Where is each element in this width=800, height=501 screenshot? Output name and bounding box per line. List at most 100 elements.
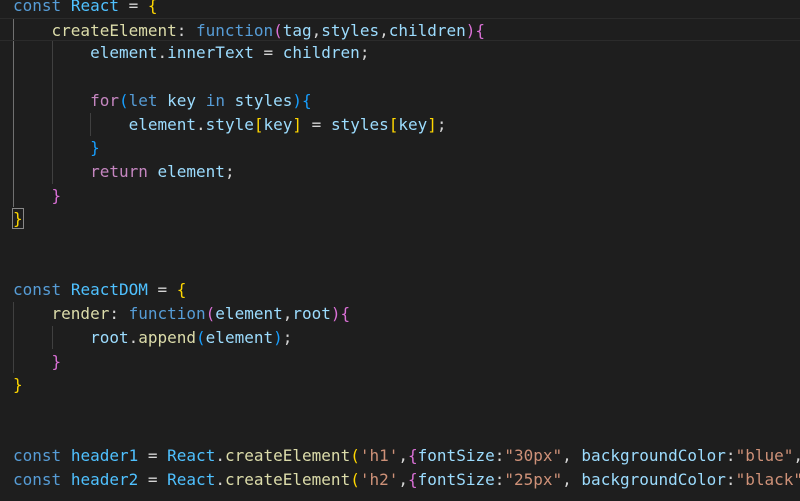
code-text: , bbox=[562, 470, 582, 489]
code-token-prop: innerText bbox=[167, 43, 254, 63]
code-token-b1: ] bbox=[427, 114, 437, 134]
code-token-b1: { bbox=[147, 0, 158, 15]
code-line[interactable]: for(let key in styles){ bbox=[0, 89, 312, 113]
code-line[interactable] bbox=[0, 421, 13, 445]
code-text: , bbox=[398, 470, 409, 489]
code-line[interactable]: element.style[key] = styles[key]; bbox=[0, 113, 447, 137]
code-line[interactable]: render: function(element,root){ bbox=[0, 302, 351, 326]
code-line[interactable]: const header1 = React.createElement('h1'… bbox=[0, 444, 800, 468]
code-line[interactable] bbox=[0, 397, 13, 421]
code-token-str: "25px" bbox=[504, 470, 563, 489]
code-text: . bbox=[215, 446, 225, 466]
code-text: = bbox=[147, 280, 177, 300]
code-token-fn: render bbox=[51, 304, 110, 324]
code-token-var: React bbox=[167, 470, 216, 489]
code-token-str: 'h2' bbox=[359, 470, 399, 489]
code-line[interactable]: root.append(element); bbox=[0, 326, 292, 350]
code-token-var: React bbox=[167, 446, 216, 466]
code-line[interactable]: } bbox=[0, 136, 100, 160]
code-token-var: React bbox=[70, 0, 119, 15]
code-line[interactable]: } bbox=[0, 373, 23, 397]
code-text: : bbox=[494, 446, 505, 466]
code-token-fn: createElement bbox=[51, 20, 177, 40]
code-token-prop: styles bbox=[330, 114, 389, 134]
code-token-kw: const bbox=[13, 446, 62, 466]
code-text: . bbox=[128, 327, 139, 347]
code-line[interactable]: } bbox=[0, 350, 62, 374]
code-line[interactable]: createElement: function(tag,styles,child… bbox=[0, 17, 800, 42]
code-token-prop: root bbox=[292, 304, 331, 324]
code-token-prop: key bbox=[398, 114, 428, 134]
code-token-b1: { bbox=[176, 280, 187, 300]
code-token-prop: element bbox=[128, 114, 197, 134]
code-text: , bbox=[379, 20, 389, 40]
code-token-kw: const bbox=[13, 470, 62, 489]
code-token-b3: ) bbox=[273, 327, 283, 347]
code-line[interactable] bbox=[0, 231, 13, 255]
code-token-str: 'h1' bbox=[359, 446, 399, 466]
code-token-b3: ( bbox=[118, 90, 129, 110]
code-token-str: "30px" bbox=[504, 446, 563, 466]
code-text: = bbox=[138, 470, 168, 489]
code-token-b1: ] bbox=[292, 114, 303, 134]
code-text: , bbox=[562, 446, 582, 466]
code-line[interactable]: element.innerText = children; bbox=[0, 41, 369, 65]
code-token-b2: } bbox=[51, 185, 62, 205]
code-token-b2: { bbox=[408, 470, 418, 489]
code-line[interactable]: } bbox=[0, 207, 24, 231]
code-token-prop: element bbox=[215, 304, 283, 324]
code-token-b2: } bbox=[51, 351, 62, 371]
code-line[interactable]: return element; bbox=[0, 160, 235, 184]
code-line[interactable]: const header2 = React.createElement('h2'… bbox=[0, 468, 800, 492]
code-line[interactable] bbox=[0, 255, 13, 279]
code-token-prop: style bbox=[205, 114, 254, 134]
code-line[interactable] bbox=[0, 65, 13, 89]
code-text: , bbox=[282, 304, 293, 324]
code-token-b2: ( bbox=[205, 304, 216, 324]
code-line[interactable]: const React = { bbox=[0, 0, 158, 18]
code-token-b2: { bbox=[475, 20, 486, 40]
code-token-prop: root bbox=[90, 327, 129, 347]
code-text: : bbox=[176, 20, 197, 40]
code-text: . bbox=[157, 43, 168, 63]
code-text: , bbox=[793, 446, 800, 465]
code-line[interactable]: } bbox=[0, 184, 62, 208]
code-token-prop: key bbox=[167, 90, 197, 110]
code-token-var: header1 bbox=[70, 446, 139, 466]
code-token-fn: append bbox=[138, 327, 197, 347]
code-token-prop: styles bbox=[234, 90, 293, 110]
code-token-prop: styles bbox=[321, 20, 380, 40]
code-text: = bbox=[138, 446, 168, 466]
code-text: : bbox=[725, 470, 736, 489]
code-token-prop: element bbox=[157, 161, 225, 181]
code-token-b3: ( bbox=[196, 327, 206, 347]
code-text: = bbox=[253, 43, 283, 63]
code-line[interactable]: const ReactDOM = { bbox=[0, 278, 186, 302]
code-token-b1: ( bbox=[350, 446, 360, 466]
code-token-str: "black" bbox=[735, 470, 800, 489]
code-token-prop: fontSize bbox=[417, 446, 495, 466]
code-token-b1: ( bbox=[350, 470, 360, 489]
code-token-prop: backgroundColor bbox=[581, 470, 726, 489]
code-editor[interactable]: const React = { createElement: function(… bbox=[0, 0, 800, 501]
code-token-prop: children bbox=[282, 43, 360, 63]
code-token-fn: createElement bbox=[224, 470, 351, 489]
code-token-ctl: return bbox=[90, 161, 148, 181]
code-text: , bbox=[398, 446, 409, 466]
code-token-prop: tag bbox=[282, 20, 312, 40]
